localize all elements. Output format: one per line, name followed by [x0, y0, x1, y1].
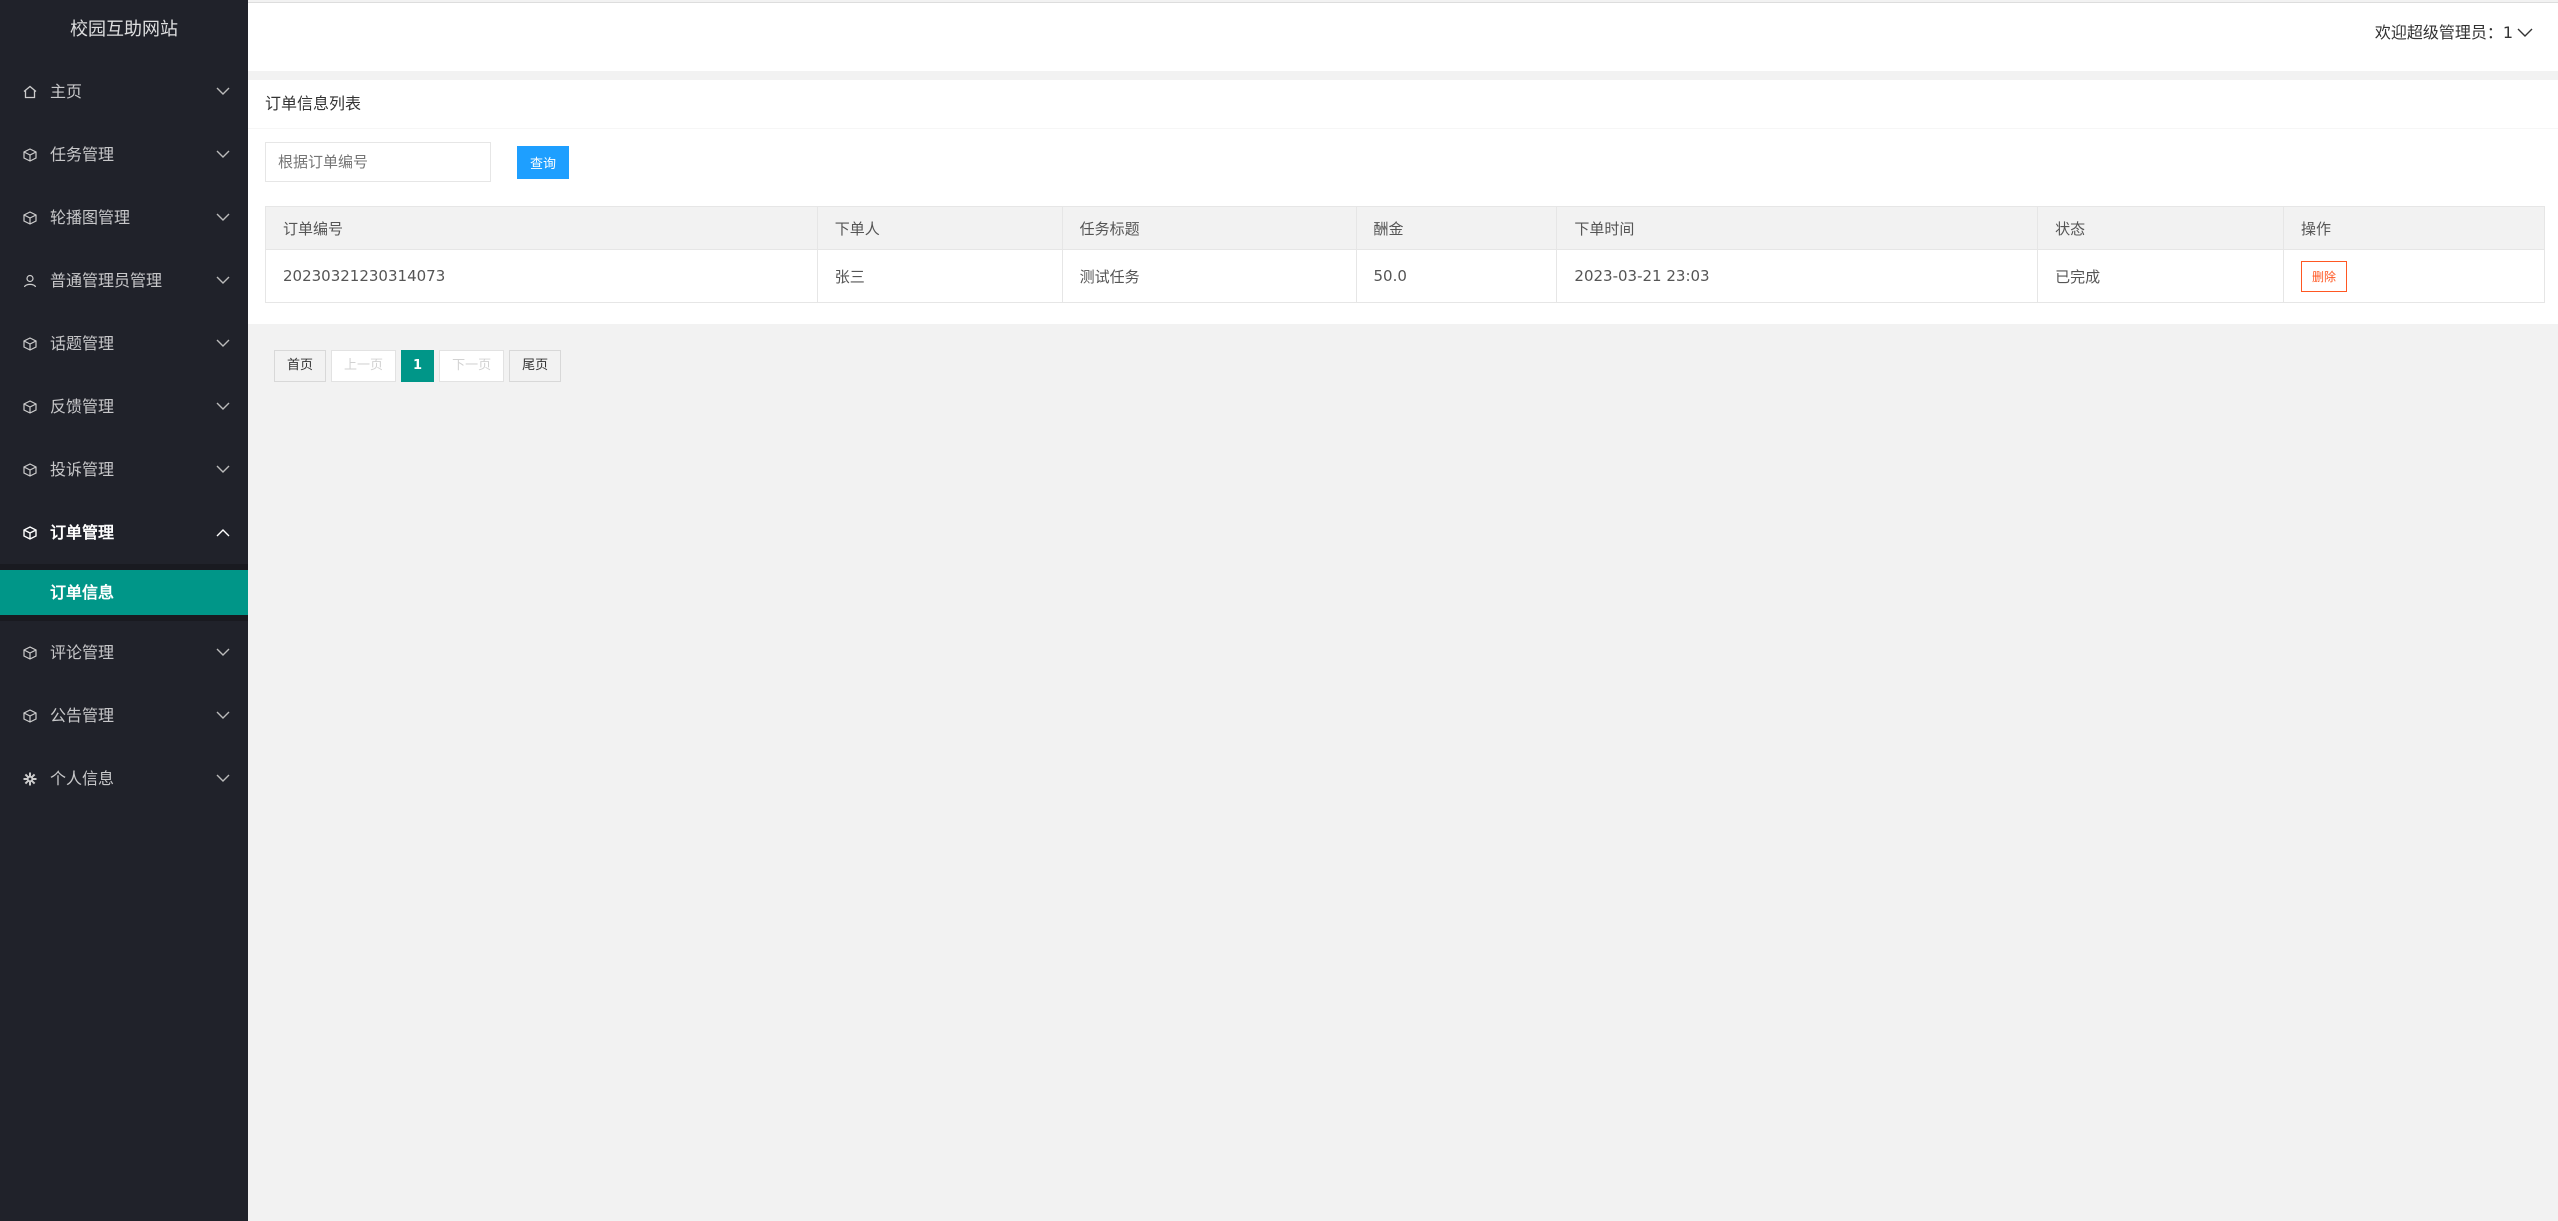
table-header-row: 订单编号 下单人 任务标题 酬金 下单时间 状态 操作	[265, 206, 2545, 250]
search-bar: 查询	[265, 142, 569, 182]
chevron-down-icon	[216, 684, 230, 747]
chevron-down-icon	[216, 123, 230, 186]
gear-icon	[22, 747, 38, 810]
prev-page-button[interactable]: 上一页	[331, 350, 397, 382]
last-page-button[interactable]: 尾页	[509, 350, 562, 382]
sidebar-item-admins[interactable]: 普通管理员管理	[0, 249, 248, 312]
sidebar-item-complaints[interactable]: 投诉管理	[0, 438, 248, 501]
sidebar-item-label: 个人信息	[50, 769, 115, 788]
sidebar-item-label: 轮播图管理	[50, 208, 131, 227]
sidebar-item-label: 投诉管理	[50, 460, 115, 479]
current-page[interactable]: 1	[401, 350, 435, 382]
chevron-down-icon	[2517, 3, 2533, 63]
column-header: 订单编号	[265, 206, 818, 250]
sidebar-item-notices[interactable]: 公告管理	[0, 684, 248, 747]
page-title: 订单信息列表	[248, 80, 2558, 129]
cube-icon	[22, 123, 38, 186]
order-time-cell: 2023-03-21 23:03	[1556, 249, 2039, 303]
cube-icon	[22, 375, 38, 438]
sidebar-subitem-order-info[interactable]: 订单信息	[0, 570, 248, 615]
sidebar-item-comments[interactable]: 评论管理	[0, 621, 248, 684]
chevron-down-icon	[216, 186, 230, 249]
welcome-text: 欢迎超级管理员：1	[2374, 23, 2513, 42]
sidebar-item-label: 话题管理	[50, 334, 115, 353]
cube-icon	[22, 186, 38, 249]
sidebar: 校园互助网站 主页 任务管理 轮播图管理 普通管理员管理 话题管理 反馈管理 投…	[0, 0, 248, 1221]
cube-icon	[22, 438, 38, 501]
reward-cell: 50.0	[1355, 249, 1558, 303]
column-header: 下单时间	[1556, 206, 2039, 250]
search-input[interactable]	[265, 142, 491, 182]
task-title-cell: 测试任务	[1061, 249, 1357, 303]
column-header: 下单人	[816, 206, 1063, 250]
site-logo: 校园互助网站	[70, 19, 178, 40]
chevron-down-icon	[216, 747, 230, 810]
chevron-down-icon	[216, 438, 230, 501]
sidebar-item-orders[interactable]: 订单管理	[0, 501, 248, 564]
order-no-cell: 20230321230314073	[265, 249, 818, 303]
first-page-button[interactable]: 首页	[274, 350, 327, 382]
chevron-down-icon	[216, 60, 230, 123]
order-list-card: 订单信息列表 查询 订单编号 下单人 任务标题 酬金 下单时间 状态 操作 20…	[248, 80, 2558, 324]
orders-submenu: 订单信息	[0, 564, 248, 621]
cube-icon	[22, 501, 38, 564]
sidebar-item-tasks[interactable]: 任务管理	[0, 123, 248, 186]
next-page-button[interactable]: 下一页	[439, 350, 505, 382]
sidebar-item-home[interactable]: 主页	[0, 60, 248, 123]
query-button[interactable]: 查询	[517, 145, 569, 179]
column-header: 任务标题	[1061, 206, 1357, 250]
cube-icon	[22, 684, 38, 747]
action-cell: 删除	[2283, 249, 2545, 303]
order-table: 订单编号 下单人 任务标题 酬金 下单时间 状态 操作 202303212303…	[265, 206, 2545, 303]
sidebar-item-profile[interactable]: 个人信息	[0, 747, 248, 810]
sidebar-item-carousel[interactable]: 轮播图管理	[0, 186, 248, 249]
chevron-down-icon	[216, 312, 230, 375]
column-header: 酬金	[1355, 206, 1558, 250]
cube-icon	[22, 312, 38, 375]
home-icon	[22, 60, 38, 123]
sidebar-item-label: 公告管理	[50, 706, 115, 725]
sidebar-item-label: 评论管理	[50, 643, 115, 662]
cube-icon	[22, 621, 38, 684]
user-icon	[22, 249, 38, 312]
delete-button[interactable]: 删除	[2301, 260, 2348, 292]
top-header: 欢迎超级管理员：1	[248, 2, 2558, 71]
sidebar-item-label: 订单管理	[50, 523, 115, 542]
sidebar-item-label: 反馈管理	[50, 397, 115, 416]
user-menu[interactable]: 欢迎超级管理员：1	[2375, 3, 2533, 63]
sidebar-item-label: 普通管理员管理	[50, 271, 163, 290]
chevron-up-icon	[216, 501, 230, 564]
chevron-down-icon	[216, 375, 230, 438]
chevron-down-icon	[216, 621, 230, 684]
column-header: 操作	[2283, 206, 2545, 250]
user-cell: 张三	[816, 249, 1063, 303]
table-row: 20230321230314073 张三 测试任务 50.0 2023-03-2…	[265, 249, 2545, 303]
sidebar-item-topics[interactable]: 话题管理	[0, 312, 248, 375]
pagination: 首页 上一页 1 下一页 尾页	[274, 350, 562, 382]
sidebar-item-label: 主页	[50, 82, 83, 101]
sidebar-item-label: 任务管理	[50, 145, 115, 164]
status-cell: 已完成	[2037, 249, 2285, 303]
column-header: 状态	[2037, 206, 2285, 250]
sidebar-item-feedback[interactable]: 反馈管理	[0, 375, 248, 438]
chevron-down-icon	[216, 249, 230, 312]
